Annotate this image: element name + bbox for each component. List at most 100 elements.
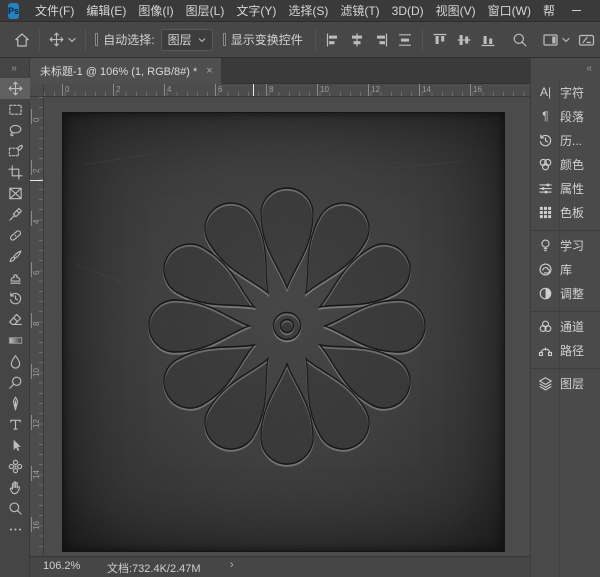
- panel-character[interactable]: A| 字符: [531, 80, 600, 104]
- menu-3d[interactable]: 3D(D): [386, 0, 430, 22]
- cursor-position-marker: [253, 84, 254, 97]
- align-left-icon[interactable]: [321, 27, 345, 53]
- panel-label: 学习: [560, 237, 584, 254]
- move-tool-icon[interactable]: [45, 27, 80, 53]
- v-ruler-label: 2: [31, 160, 41, 175]
- zoom-level-field[interactable]: 106.2%: [43, 560, 80, 572]
- menu-select[interactable]: 选择(S): [282, 0, 334, 22]
- panel-layers[interactable]: 图层: [531, 371, 600, 395]
- 3d-mode-icon[interactable]: [574, 27, 600, 53]
- search-icon[interactable]: [508, 27, 532, 53]
- panel-learn[interactable]: 学习: [531, 233, 600, 257]
- menu-image[interactable]: 图像(I): [132, 0, 179, 22]
- document-tab[interactable]: 未标题-1 @ 106% (1, RGB/8#) * ×: [30, 58, 221, 84]
- brush-tool[interactable]: [0, 246, 30, 267]
- healing-brush-tool[interactable]: [0, 225, 30, 246]
- custom-shape-tool[interactable]: [0, 456, 30, 477]
- history-icon: [531, 133, 560, 148]
- align-middle-icon[interactable]: [452, 27, 476, 53]
- panel-adjustments[interactable]: 调整: [531, 281, 600, 305]
- rectangular-marquee-tool[interactable]: [0, 99, 30, 120]
- hand-tool[interactable]: [0, 477, 30, 498]
- menu-type[interactable]: 文字(Y): [230, 0, 282, 22]
- auto-select-checkbox[interactable]: [95, 33, 98, 46]
- menu-edit[interactable]: 编辑(E): [80, 0, 132, 22]
- panel-libraries[interactable]: 库: [531, 257, 600, 281]
- distribute-icon[interactable]: [393, 27, 417, 53]
- status-expand-icon[interactable]: ›: [230, 559, 234, 571]
- object-selection-tool[interactable]: [0, 141, 30, 162]
- embossed-flower-graphic: [63, 113, 504, 551]
- menu-filter[interactable]: 滤镜(T): [334, 0, 385, 22]
- show-transform-checkbox[interactable]: [223, 33, 226, 46]
- menu-help[interactable]: 帮: [537, 0, 561, 22]
- panel-channels[interactable]: 通道: [531, 314, 600, 338]
- crop-tool[interactable]: [0, 162, 30, 183]
- minimize-icon[interactable]: [561, 0, 591, 22]
- move-tool[interactable]: [0, 78, 30, 99]
- channels-icon: [531, 319, 560, 334]
- workspace-icon[interactable]: [538, 27, 574, 53]
- v-ruler-label: 4: [31, 211, 41, 226]
- align-center-icon[interactable]: [345, 27, 369, 53]
- panel-history[interactable]: 历...: [531, 128, 600, 152]
- window-controls: ×: [561, 0, 600, 22]
- v-ruler-label: 10: [31, 364, 41, 379]
- ruler-origin-corner[interactable]: [30, 84, 44, 97]
- collapse-panels-icon[interactable]: «: [531, 58, 600, 78]
- edit-toolbar-icon[interactable]: [0, 519, 30, 540]
- ps-logo-icon: Ps: [8, 3, 19, 19]
- blur-tool[interactable]: [0, 351, 30, 372]
- panel-label: 字符: [560, 84, 584, 101]
- maximize-icon[interactable]: [591, 0, 600, 22]
- color-icon: [531, 157, 560, 172]
- home-icon[interactable]: [10, 27, 34, 53]
- document-tab-bar: 未标题-1 @ 106% (1, RGB/8#) * ×: [30, 58, 530, 84]
- panel-group-channels: 通道 路径: [531, 312, 600, 369]
- menu-layer[interactable]: 图层(L): [180, 0, 231, 22]
- pen-tool[interactable]: [0, 393, 30, 414]
- zoom-tool[interactable]: [0, 498, 30, 519]
- align-bottom-icon[interactable]: [476, 27, 500, 53]
- panel-swatches[interactable]: 色板: [531, 200, 600, 224]
- document-size-info: 文档:732.4K/2.47M: [107, 560, 201, 576]
- panel-properties[interactable]: 属性: [531, 176, 600, 200]
- vertical-ruler[interactable]: 0 2 4 6 8 10 12 14 16: [30, 97, 44, 556]
- panel-paragraph[interactable]: ¶ 段落: [531, 104, 600, 128]
- h-ruler-label: 8: [266, 84, 273, 97]
- panel-label: 颜色: [560, 156, 584, 173]
- paths-icon: [531, 343, 560, 358]
- panel-paths[interactable]: 路径: [531, 338, 600, 362]
- document-tab-label: 未标题-1 @ 106% (1, RGB/8#) *: [40, 63, 197, 79]
- panel-group-layers: 图层: [531, 369, 600, 401]
- horizontal-ruler[interactable]: 0 2 4 6 8 10 12 14 16: [44, 84, 530, 97]
- h-ruler-label: 4: [164, 84, 171, 97]
- eraser-tool[interactable]: [0, 309, 30, 330]
- path-selection-tool[interactable]: [0, 435, 30, 456]
- clone-stamp-tool[interactable]: [0, 267, 30, 288]
- panel-label: 调整: [560, 285, 584, 302]
- type-tool[interactable]: [0, 414, 30, 435]
- panel-label: 属性: [560, 180, 584, 197]
- eyedropper-tool[interactable]: [0, 204, 30, 225]
- menu-view[interactable]: 视图(V): [430, 0, 482, 22]
- frame-tool[interactable]: [0, 183, 30, 204]
- photoshop-window: Ps 文件(F) 编辑(E) 图像(I) 图层(L) 文字(Y) 选择(S) 滤…: [0, 0, 600, 577]
- auto-select-dropdown[interactable]: 图层: [161, 29, 213, 51]
- dodge-tool[interactable]: [0, 372, 30, 393]
- lasso-tool[interactable]: [0, 120, 30, 141]
- menu-file[interactable]: 文件(F): [29, 0, 80, 22]
- document-image[interactable]: [62, 112, 505, 552]
- expand-tools-icon[interactable]: »: [0, 58, 29, 78]
- tab-close-icon[interactable]: ×: [206, 65, 212, 77]
- align-top-icon[interactable]: [428, 27, 452, 53]
- status-bar: 106.2% 文档:732.4K/2.47M ›: [30, 556, 530, 577]
- panel-color[interactable]: 颜色: [531, 152, 600, 176]
- v-ruler-label: 12: [31, 415, 41, 430]
- align-right-icon[interactable]: [369, 27, 393, 53]
- menu-window[interactable]: 窗口(W): [482, 0, 537, 22]
- canvas-pasteboard[interactable]: [44, 97, 530, 556]
- v-ruler-label: 6: [31, 262, 41, 277]
- history-brush-tool[interactable]: [0, 288, 30, 309]
- gradient-tool[interactable]: [0, 330, 30, 351]
